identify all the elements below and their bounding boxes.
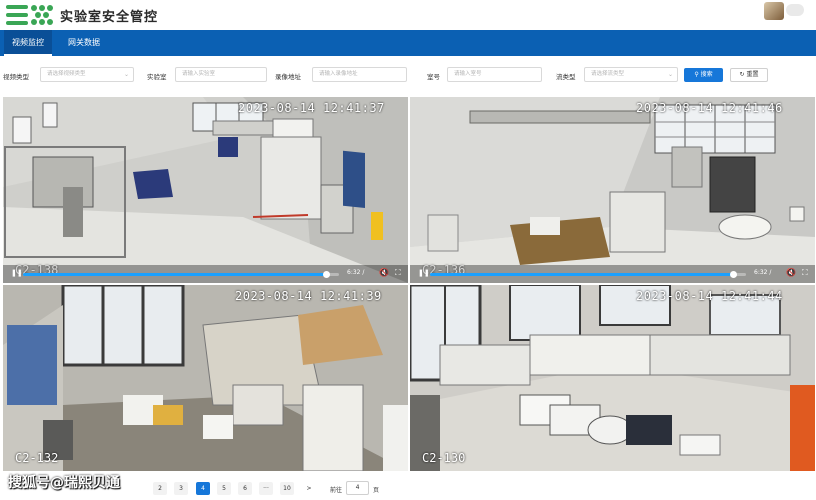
refresh-icon: ↻ (739, 71, 745, 78)
goto-page-input[interactable]: 4 (346, 481, 369, 495)
reset-button[interactable]: ↻ 重置 (730, 68, 768, 82)
fullscreen-icon[interactable]: ⛶ (395, 268, 401, 278)
room-number-input[interactable]: 请输入室号 (447, 67, 542, 82)
progress-fill (23, 273, 327, 276)
app-title: 实验室安全管控 (60, 10, 159, 25)
camera-timestamp: 2023-08-14 12:41:39 (235, 289, 382, 303)
filter-label-record-addr: 录像地址 (275, 73, 301, 81)
volume-muted-icon[interactable]: 🔇 (379, 268, 389, 277)
camera-view-image (3, 285, 408, 471)
video-type-select[interactable]: 请选择视频类型 ⌄ (40, 67, 134, 82)
camera-timestamp: 2023-08-14 12:41:37 (238, 101, 385, 115)
user-avatar[interactable] (764, 2, 784, 20)
camera-label: C2-130 (422, 451, 466, 465)
stream-type-select[interactable]: 请选择流类型 ⌄ (584, 67, 678, 82)
main-nav: 视频监控 网关数据 (0, 30, 816, 56)
top-header: 实验室安全管控 (0, 0, 816, 30)
camera-feed-c2-136[interactable]: 2023-08-14 12:41:46 C2-136 ❚❚ 6:32 / 🔇 ⛶ (410, 97, 815, 283)
goto-unit: 页 (373, 487, 380, 494)
logo-icon (6, 5, 53, 25)
tab-gateway-data[interactable]: 网关数据 (60, 30, 108, 56)
camera-view-image (410, 97, 815, 283)
progress-handle[interactable] (323, 271, 331, 278)
lab-input[interactable]: 请输入实验室 (175, 67, 267, 82)
progress-fill (430, 273, 734, 276)
search-icon: ⚲ (694, 71, 699, 78)
goto-label: 前往 (330, 487, 343, 494)
user-name-badge[interactable] (786, 4, 804, 16)
video-type-placeholder: 请选择视频类型 (47, 71, 86, 77)
search-button[interactable]: ⚲ 搜索 (684, 68, 723, 82)
reset-button-label: 重置 (746, 71, 759, 78)
search-button-label: 搜索 (700, 71, 713, 78)
next-page-button[interactable]: > (302, 482, 316, 495)
volume-muted-icon[interactable]: 🔇 (786, 268, 796, 277)
page-button-current[interactable]: 4 (196, 482, 210, 495)
fullscreen-icon[interactable]: ⛶ (802, 268, 808, 278)
pagination: 2 3 4 5 6 ··· 10 > 前往 4 页 (0, 476, 816, 500)
camera-feed-c2-138[interactable]: 2023-08-14 12:41:37 C2-138 ❚❚ 6:32 / 🔇 ⛶ (3, 97, 408, 283)
camera-label: C2-132 (15, 451, 59, 465)
record-address-input[interactable]: 请输入录像地址 (312, 67, 407, 82)
page-button[interactable]: 5 (217, 482, 231, 495)
page-button[interactable]: 6 (238, 482, 252, 495)
pause-icon[interactable]: ❚❚ (418, 269, 430, 277)
filter-label-lab: 实验室 (147, 73, 167, 81)
camera-timestamp: 2023-08-14 12:41:44 (636, 289, 783, 303)
camera-view-image (3, 97, 408, 283)
progress-track[interactable] (23, 271, 339, 278)
video-controls: ❚❚ 6:32 / 🔇 ⛶ (3, 265, 408, 283)
page-button[interactable]: 10 (280, 482, 294, 495)
camera-view-image (410, 285, 815, 471)
lab-placeholder: 请输入实验室 (182, 71, 216, 77)
filter-label-video-type: 视频类型 (3, 73, 29, 81)
page-button[interactable]: 2 (153, 482, 167, 495)
pause-icon[interactable]: ❚❚ (11, 269, 23, 277)
app-root: 实验室安全管控 视频监控 网关数据 视频类型 请选择视频类型 ⌄ 实验室 请输入… (0, 0, 816, 500)
stream-type-placeholder: 请选择流类型 (591, 71, 625, 77)
page-ellipsis[interactable]: ··· (259, 482, 273, 495)
camera-timestamp: 2023-08-14 12:41:46 (636, 101, 783, 115)
watermark: 搜狐号@瑞熙贝通 (8, 475, 120, 491)
filter-bar: 视频类型 请选择视频类型 ⌄ 实验室 请输入实验室 录像地址 请输入录像地址 室… (0, 56, 816, 96)
record-address-placeholder: 请输入录像地址 (319, 71, 358, 77)
progress-track[interactable] (430, 271, 746, 278)
tab-video-monitor[interactable]: 视频监控 (4, 30, 52, 56)
filter-label-stream-type: 流类型 (556, 73, 576, 81)
chevron-down-icon: ⌄ (667, 71, 673, 78)
camera-feed-c2-130[interactable]: 2023-08-14 12:41:44 C2-130 (410, 285, 815, 471)
video-controls: ❚❚ 6:32 / 🔇 ⛶ (410, 265, 815, 283)
room-number-placeholder: 请输入室号 (454, 71, 482, 77)
chevron-down-icon: ⌄ (123, 71, 129, 78)
progress-handle[interactable] (730, 271, 738, 278)
video-duration: 6:32 / (347, 269, 365, 276)
video-duration: 6:32 / (754, 269, 772, 276)
page-button[interactable]: 3 (174, 482, 188, 495)
filter-label-room: 室号 (427, 73, 440, 81)
camera-feed-c2-132[interactable]: 2023-08-14 12:41:39 C2-132 (3, 285, 408, 471)
